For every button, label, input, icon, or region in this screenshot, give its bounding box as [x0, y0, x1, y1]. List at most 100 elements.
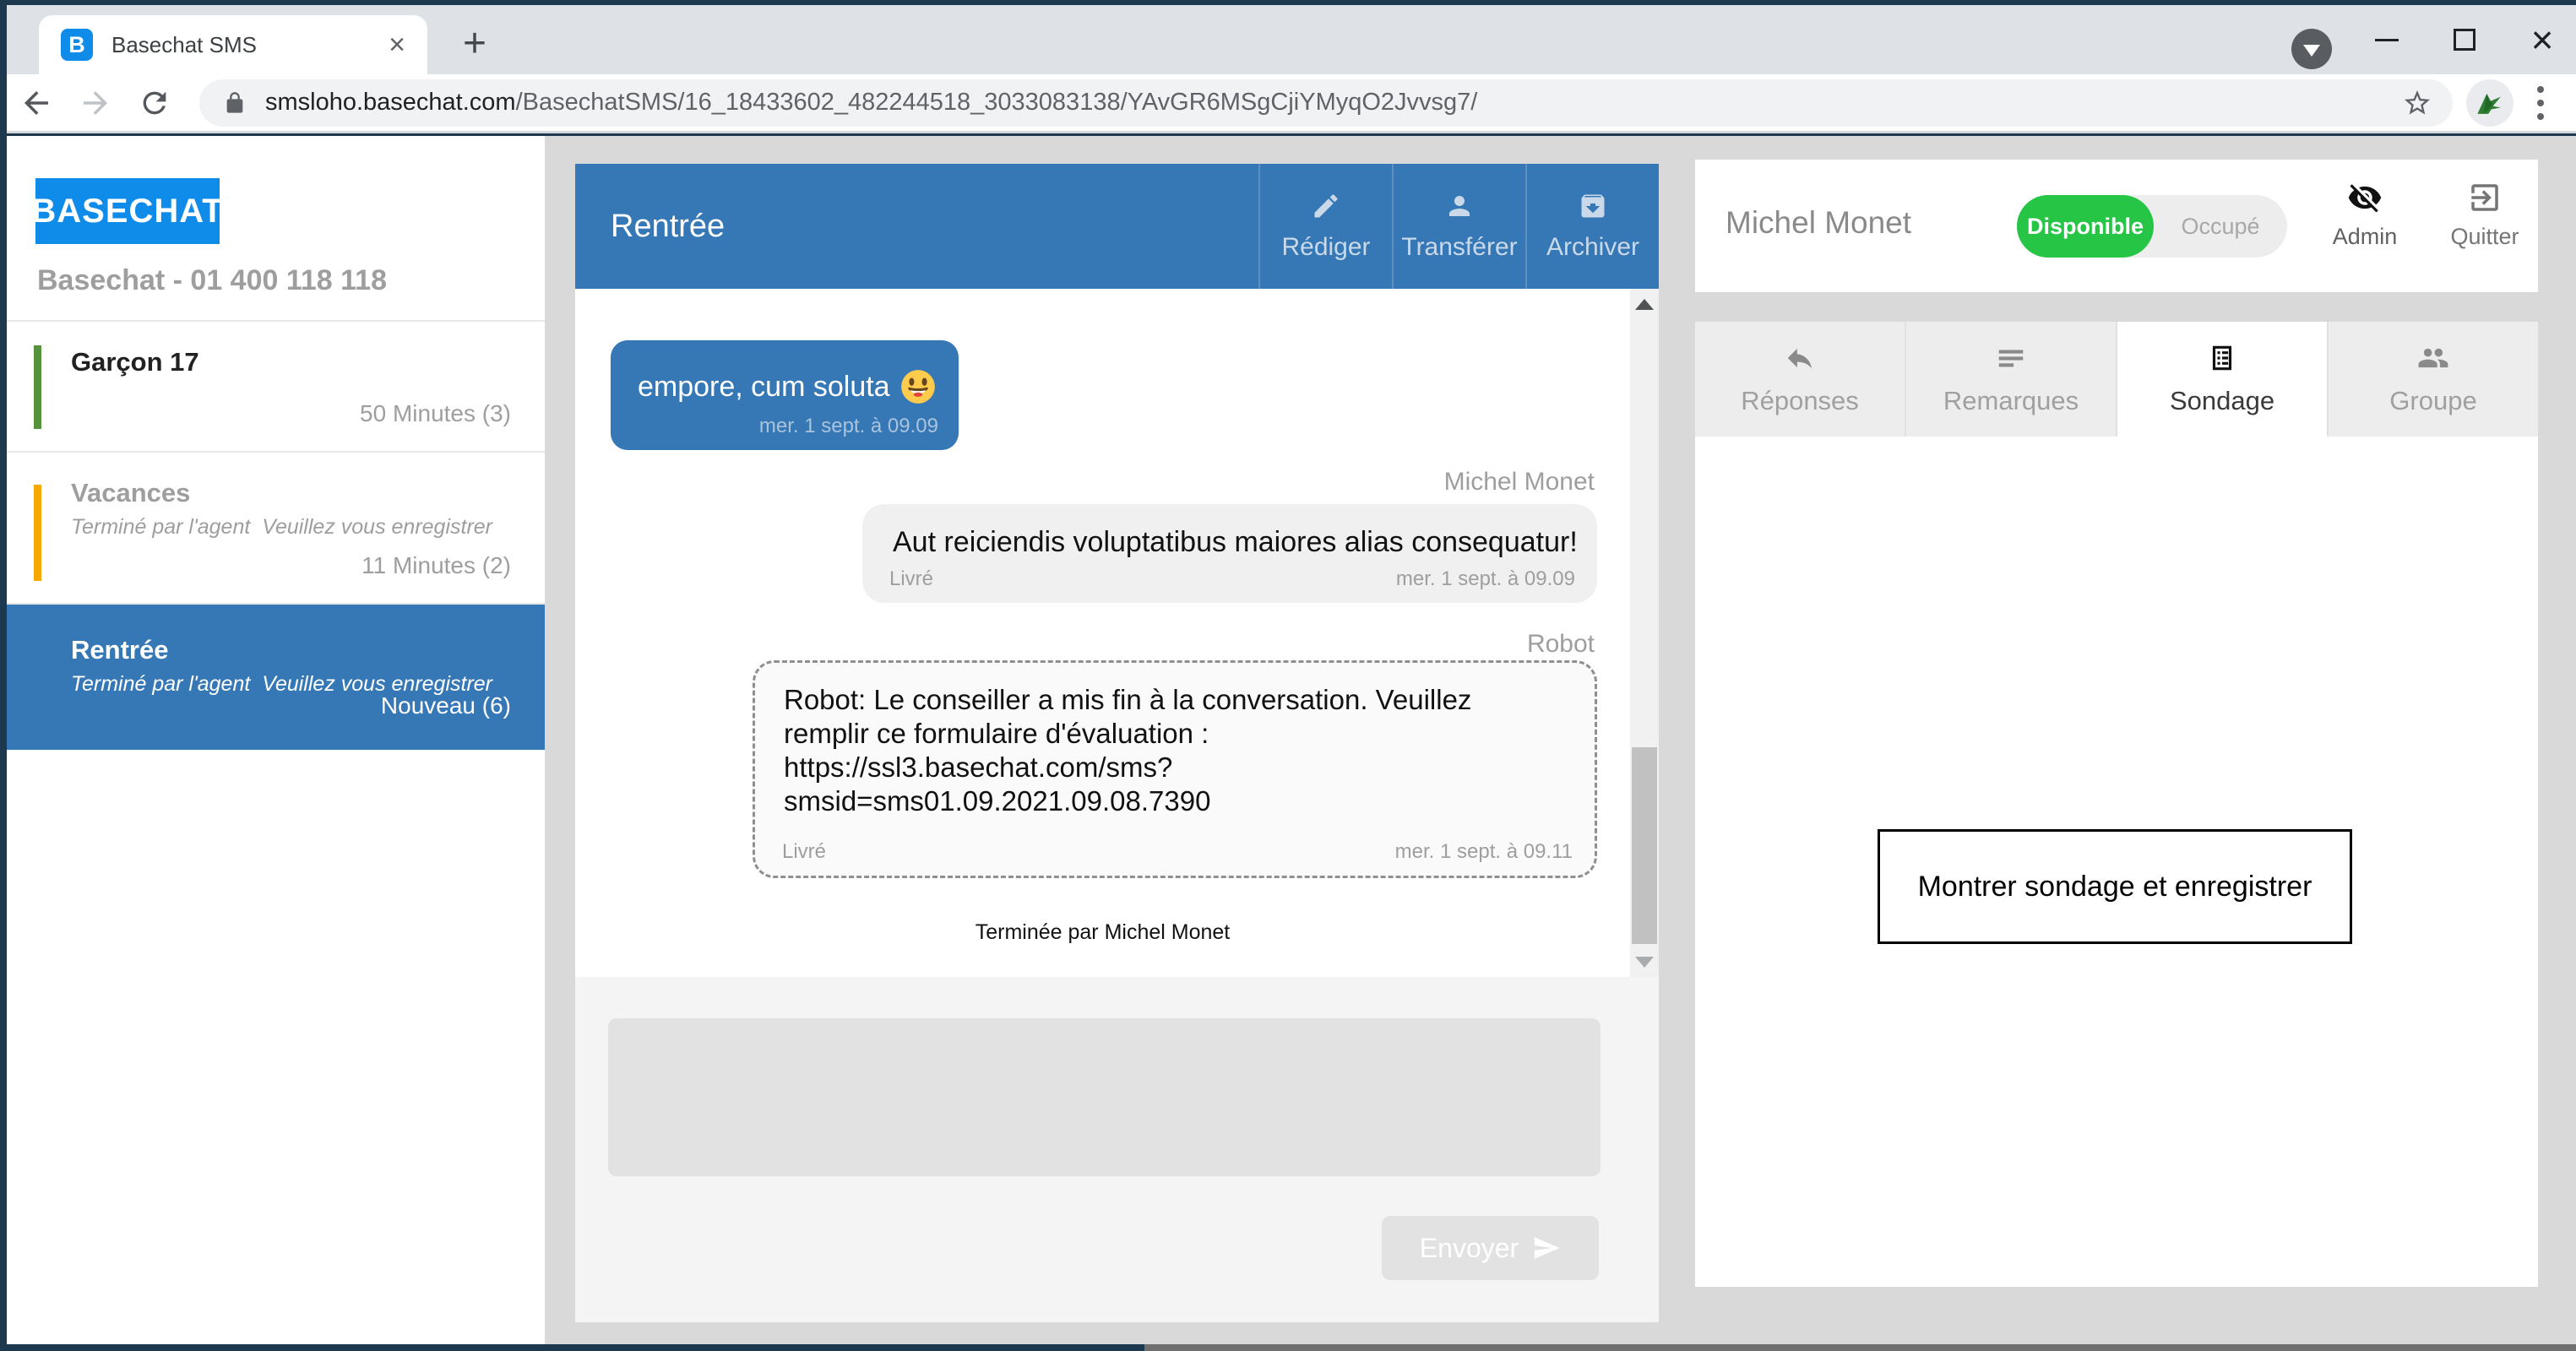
conversation-title: Garçon 17 [71, 347, 199, 377]
archive-icon [1578, 191, 1608, 221]
page-background: BASECHAT Basechat - 01 400 118 118 Garço… [7, 136, 2576, 1344]
status-available-option[interactable]: Disponible [2017, 195, 2154, 258]
tab-groupe[interactable]: Groupe [2327, 322, 2538, 437]
browser-tab[interactable]: B Basechat SMS × [39, 15, 427, 74]
message-composer: Envoyer [575, 977, 1659, 1322]
browser-avatar[interactable] [2466, 79, 2514, 127]
tab-label: Réponses [1741, 386, 1859, 416]
admin-button[interactable]: Admin [2318, 180, 2411, 250]
tab-reponses[interactable]: Réponses [1695, 322, 1905, 437]
grinning-face-emoji [900, 369, 936, 404]
chat-scrollbar[interactable] [1630, 289, 1659, 977]
sidebar: BASECHAT Basechat - 01 400 118 118 Garço… [7, 136, 545, 1344]
exit-icon [2467, 180, 2503, 215]
chat-actions: Rédiger Transférer Archiver [1258, 164, 1659, 289]
maximize-icon [2454, 29, 2475, 51]
message-text: Aut reiciendis voluptatibus maiores alia… [893, 526, 1578, 559]
action-label: Transférer [1401, 233, 1517, 262]
conversation-ended-note: Terminée par Michel Monet [575, 920, 1630, 945]
lock-icon [223, 91, 247, 115]
quit-button[interactable]: Quitter [2438, 180, 2531, 250]
scrollbar-thumb[interactable] [1632, 747, 1657, 944]
compose-button[interactable]: Rédiger [1258, 164, 1392, 289]
back-button[interactable] [7, 85, 66, 121]
forward-button[interactable] [66, 85, 125, 121]
reply-icon [1784, 342, 1816, 374]
conversation-title: Rentrée [71, 635, 168, 665]
back-icon [19, 85, 54, 121]
status-busy-option[interactable]: Occupé [2154, 195, 2287, 258]
window-minimize-button[interactable] [2349, 5, 2425, 74]
minimize-icon [2375, 39, 2399, 41]
tab-close-icon[interactable]: × [389, 30, 405, 59]
robot-message: Robot: Le conseiller a mis fin à la conv… [753, 660, 1597, 878]
send-button[interactable]: Envoyer [1382, 1216, 1599, 1280]
new-tab-button[interactable]: + [463, 20, 486, 67]
conversation-item-garcon-17[interactable]: Garçon 17 50 Minutes (3) [7, 322, 545, 453]
survey-list-icon [2206, 342, 2238, 374]
admin-label: Admin [2333, 224, 2398, 250]
browser-menu-button[interactable] [2529, 86, 2552, 120]
conversation-meta: 50 Minutes (3) [360, 400, 511, 427]
quit-label: Quitter [2450, 224, 2519, 250]
conversation-title: Vacances [71, 478, 190, 508]
scroll-down-icon[interactable] [1630, 947, 1659, 977]
archive-button[interactable]: Archiver [1525, 164, 1659, 289]
conversation-meta: 11 Minutes (2) [361, 552, 511, 579]
show-survey-button[interactable]: Montrer sondage et enregistrer [1878, 829, 2352, 944]
status-accent-bar [34, 485, 41, 581]
action-label: Archiver [1546, 233, 1639, 262]
window-maximize-button[interactable] [2427, 5, 2503, 74]
basechat-logo: BASECHAT [35, 178, 220, 244]
message-status: Livré [782, 840, 826, 864]
message-time: mer. 1 sept. à 09.11 [1395, 840, 1573, 864]
agent-name: Michel Monet [1725, 205, 1911, 241]
chat-title: Rentrée [611, 209, 1258, 245]
outgoing-message: empore, cum soluta mer. 1 sept. à 09.09 [611, 340, 959, 450]
eye-off-icon [2347, 180, 2383, 215]
chevron-down-icon [2303, 45, 2320, 57]
people-icon [2417, 342, 2449, 374]
message-time: mer. 1 sept. à 09.09 [1396, 567, 1575, 591]
conversation-meta: Nouveau (6) [381, 692, 511, 719]
browser-titlebar: B Basechat SMS × + × [7, 5, 2576, 74]
agent-header: Michel Monet Disponible Occupé Admin Qui… [1695, 160, 2538, 292]
conversation-subtitle: Terminé par l'agent Veuillez vous enregi… [71, 515, 492, 540]
pencil-icon [1311, 191, 1341, 221]
window-close-button[interactable]: × [2504, 5, 2576, 74]
message-list: empore, cum soluta mer. 1 sept. à 09.09 … [575, 289, 1659, 977]
url-bar[interactable]: smsloho.basechat.com/BasechatSMS/16_1843… [199, 79, 2453, 127]
transfer-button[interactable]: Transférer [1392, 164, 1525, 289]
chat-header: Rentrée Rédiger Transférer Archiver [575, 164, 1659, 289]
scroll-up-icon[interactable] [1630, 289, 1659, 319]
bookmark-star-icon[interactable] [2402, 88, 2432, 118]
send-label: Envoyer [1420, 1233, 1519, 1264]
conversation-item-vacances[interactable]: Vacances Terminé par l'agent Veuillez vo… [7, 453, 545, 605]
taskbar-edge [1144, 1344, 2576, 1351]
message-sender: Michel Monet [1444, 468, 1595, 496]
tab-title: Basechat SMS [111, 32, 389, 58]
send-icon [1532, 1234, 1561, 1262]
agent-tabs: Réponses Remarques Sondage Groupe [1695, 322, 2538, 437]
sondage-tab-content: Montrer sondage et enregistrer [1695, 437, 2538, 1287]
forward-icon [78, 85, 113, 121]
message-text: Robot: Le conseiller a mis fin à la conv… [784, 683, 1471, 818]
browser-profile-badge[interactable] [2291, 29, 2332, 69]
incoming-message: Aut reiciendis voluptatibus maiores alia… [862, 504, 1597, 603]
account-label: Basechat - 01 400 118 118 [37, 264, 387, 297]
conversation-item-rentree-selected[interactable]: Rentrée Terminé par l'agent Veuillez vou… [7, 605, 545, 750]
tab-sondage-active[interactable]: Sondage [2116, 322, 2327, 437]
availability-toggle[interactable]: Disponible Occupé [2017, 195, 2287, 258]
tab-label: Sondage [2170, 386, 2274, 416]
reload-button[interactable] [125, 86, 184, 120]
tab-label: Groupe [2389, 386, 2476, 416]
conversation-list: Garçon 17 50 Minutes (3) Vacances Termin… [7, 320, 545, 750]
tab-remarques[interactable]: Remarques [1905, 322, 2116, 437]
basechat-favicon: B [61, 29, 93, 61]
notes-icon [1995, 342, 2027, 374]
message-input[interactable] [608, 1018, 1600, 1176]
url-text: smsloho.basechat.com/BasechatSMS/16_1843… [265, 89, 2402, 117]
message-text: empore, cum soluta [638, 371, 890, 404]
person-icon [1444, 191, 1475, 221]
browser-toolbar: smsloho.basechat.com/BasechatSMS/16_1843… [7, 74, 2576, 133]
